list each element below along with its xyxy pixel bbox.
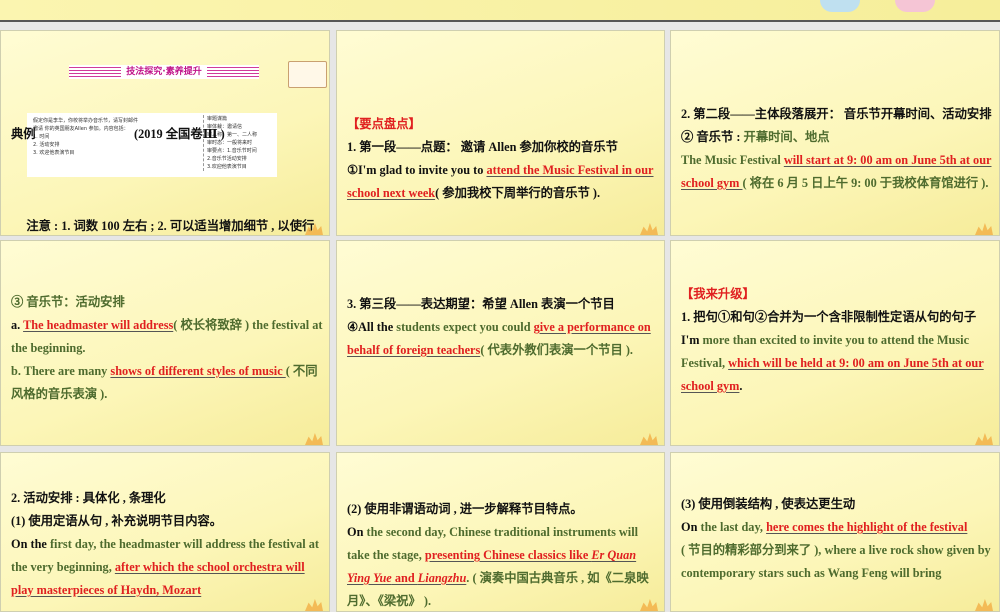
example-text: 开幕时间、地点 — [743, 130, 830, 144]
example-text: ( 节目的精彩部分到来了 ), where a live rock show g… — [681, 543, 991, 580]
text-line: 3. 第三段——表达期望：希望 Allen 表演一个节目 — [347, 293, 660, 316]
slide-thumbnail-5[interactable]: 3. 第三段——表达期望：希望 Allen 表演一个节目 ④All the stu… — [336, 240, 665, 446]
text-line: On the last day, here comes the highligh… — [681, 516, 995, 539]
decoration-balloon — [820, 0, 860, 12]
prompt-text: 【要点盘点】 — [347, 117, 421, 131]
prompt-text: (1) 使用定语从句 , 补充说明节目内容。 — [11, 514, 223, 528]
answer-text: presenting Chinese classics like — [424, 548, 592, 562]
example-text: ( 将在 6 月 5 日上午 9: 00 于我校体育馆进行 ). — [742, 176, 989, 190]
text-line: b. There are many shows of different sty… — [11, 360, 325, 406]
example-text: ( 代表外教们表演一个节目 ). — [480, 343, 633, 357]
note-card-image — [288, 61, 327, 88]
text-line: ④All the students expect you could give … — [347, 316, 660, 362]
text-line: The Music Festival will start at 9: 00 a… — [681, 149, 995, 195]
prompt-text: 1. 把句①和句②合并为一个含非限制性定语从句的句子 — [681, 310, 977, 324]
text-line — [11, 169, 325, 192]
maple-leaf-icon — [975, 433, 993, 445]
prompt-text: 1. 第一段——点题： 邀请 Allen 参加你校的音乐节 — [347, 140, 618, 154]
answer-text: and — [391, 571, 418, 585]
text-line: 1. 第一段——点题： 邀请 Allen 参加你校的音乐节 — [347, 136, 660, 159]
maple-leaf-icon — [975, 223, 993, 235]
slide-thumbnail-3[interactable]: 2. 第二段——主体段落展开： 音乐节开幕时间、活动安排 ② 音乐节 : 开幕时间… — [670, 30, 1000, 236]
slide-thumbnail-9[interactable]: (3) 使用倒装结构 , 使表达更生动 On the last day, here… — [670, 452, 1000, 612]
text-line: I'm more than excited to invite you to a… — [681, 329, 995, 398]
slide-text: 【要点盘点】 1. 第一段——点题： 邀请 Allen 参加你校的音乐节 ①I'm … — [347, 113, 660, 205]
answer-text: here comes the highlight of the festival — [766, 520, 968, 534]
diagram-text: 审题谋篇 — [207, 116, 228, 122]
slide-text: 典例 (2019 全国卷Ⅲ ) 注意 : 1. 词数 100 左右 ; 2. 可… — [11, 123, 325, 235]
slide-text: 【我来升级】 1. 把句①和句②合并为一个含非限制性定语从句的句子 I'm more… — [681, 283, 995, 398]
maple-leaf-icon — [975, 599, 993, 611]
decoration-balloon — [895, 0, 935, 12]
prompt-text: ② 音乐节 : — [681, 130, 744, 144]
prompt-text: 【我来升级】 — [681, 287, 755, 301]
prompt-text: 2. 第二段——主体段落展开： 音乐节开幕时间、活动安排 — [681, 107, 992, 121]
example-text: ③ 音乐节：活动安排 — [11, 295, 125, 309]
prompt-text: a. — [11, 318, 24, 332]
prompt-text: (3) 使用倒装结构 , 使表达更生动 — [681, 497, 856, 511]
slide-thumbnail-4[interactable]: ③ 音乐节：活动安排 a. The headmaster will address… — [0, 240, 330, 446]
slide-text: ③ 音乐节：活动安排 a. The headmaster will address… — [11, 291, 325, 406]
text-line: 典例 (2019 全国卷Ⅲ ) — [11, 123, 325, 146]
prompt-text: 典例 — [11, 127, 36, 141]
prompt-text: On — [347, 525, 367, 539]
previous-slide-row — [0, 0, 1000, 22]
example-text: The Music Festival — [681, 153, 784, 167]
text-line: 【要点盘点】 — [347, 113, 660, 136]
text-line: a. The headmaster will address( 校长将致辞 ) … — [11, 314, 325, 360]
answer-text: Liangzhu — [417, 571, 467, 585]
text-line: 2. 活动安排 : 具体化 , 条理化 — [11, 487, 325, 510]
slide-text: 2. 活动安排 : 具体化 , 条理化 (1) 使用定语从句 , 补充说明节目内容… — [11, 487, 325, 602]
example-text: the last day, — [700, 520, 767, 534]
text-line: ( 节目的精彩部分到来了 ), where a live rock show g… — [681, 539, 995, 585]
prompt-text: ④All the — [347, 320, 397, 334]
answer-text: The headmaster will address — [23, 318, 174, 332]
text-line: (2) 使用非谓语动词 , 进一步解释节目特点。 — [347, 498, 660, 521]
text-line: On the second day, Chinese traditional i… — [347, 521, 660, 611]
slide-thumbnail-6[interactable]: 【我来升级】 1. 把句①和句②合并为一个含非限制性定语从句的句子 I'm more… — [670, 240, 1000, 446]
prompt-text: (2) 使用非谓语动词 , 进一步解释节目特点。 — [347, 502, 583, 516]
text-line: ③ 音乐节：活动安排 — [11, 291, 325, 314]
slide-text: 2. 第二段——主体段落展开： 音乐节开幕时间、活动安排 ② 音乐节 : 开幕时间… — [681, 103, 995, 195]
text-line: 2. 第二段——主体段落展开： 音乐节开幕时间、活动安排 — [681, 103, 995, 126]
slide-text: (2) 使用非谓语动词 , 进一步解释节目特点。 On the second da… — [347, 498, 660, 611]
text-line — [11, 192, 325, 215]
example-text: b. There are many — [11, 364, 111, 378]
banner-title: 技法探究·素养提升 — [121, 65, 207, 79]
slide-text: (3) 使用倒装结构 , 使表达更生动 On the last day, here… — [681, 493, 995, 585]
prompt-text: ①I'm glad to invite you to — [347, 163, 487, 177]
prompt-text: 3. 第三段——表达期望：希望 Allen 表演一个节目 — [347, 297, 615, 311]
text-line — [11, 146, 325, 169]
prompt-text: ( 参加我校下周举行的音乐节 ). — [435, 186, 601, 200]
example-text: students expect you could — [396, 320, 534, 334]
slide-thumbnail-1[interactable]: 技法探究·素养提升 假定你是李华，你校将举办音乐节，请写封邮件 邀请 你的英国朋友… — [0, 30, 330, 236]
prompt-text: 注意 : 1. 词数 100 左右 ; 2. 可以适当增加细节 , 以使行文连贯… — [26, 219, 315, 233]
prompt-text: On — [681, 520, 701, 534]
section-banner: 技法探究·素养提升 — [69, 65, 259, 79]
text-line: ①I'm glad to invite you to attend the Mu… — [347, 159, 660, 205]
text-line: ② 音乐节 : 开幕时间、地点 — [681, 126, 995, 149]
prompt-text: 2. 活动安排 : 具体化 , 条理化 — [11, 491, 166, 505]
text-line: 注意 : 1. 词数 100 左右 ; 2. 可以适当增加细节 , 以使行文连贯… — [11, 215, 325, 235]
slide-thumbnail-7[interactable]: 2. 活动安排 : 具体化 , 条理化 (1) 使用定语从句 , 补充说明节目内容… — [0, 452, 330, 612]
prompt-text: (2019 全国卷Ⅲ ) — [35, 127, 225, 141]
prompt-text: . — [739, 379, 743, 393]
slide-thumbnail-2[interactable]: 【要点盘点】 1. 第一段——点题： 邀请 Allen 参加你校的音乐节 ①I'm … — [336, 30, 665, 236]
text-line: (1) 使用定语从句 , 补充说明节目内容。 — [11, 510, 325, 533]
prompt-text: I'm — [681, 333, 703, 347]
slide-text: 3. 第三段——表达期望：希望 Allen 表演一个节目 ④All the stu… — [347, 293, 660, 362]
answer-text: shows of different styles of music — [110, 364, 286, 378]
maple-leaf-icon — [640, 433, 658, 445]
text-line: On the first day, the headmaster will ad… — [11, 533, 325, 602]
text-line: 1. 把句①和句②合并为一个含非限制性定语从句的句子 — [681, 306, 995, 329]
slide-thumbnail-8[interactable]: (2) 使用非谓语动词 , 进一步解释节目特点。 On the second da… — [336, 452, 665, 612]
maple-leaf-icon — [305, 433, 323, 445]
maple-leaf-icon — [640, 223, 658, 235]
text-line: (3) 使用倒装结构 , 使表达更生动 — [681, 493, 995, 516]
prompt-text: On the — [11, 537, 50, 551]
text-line: 【我来升级】 — [681, 283, 995, 306]
